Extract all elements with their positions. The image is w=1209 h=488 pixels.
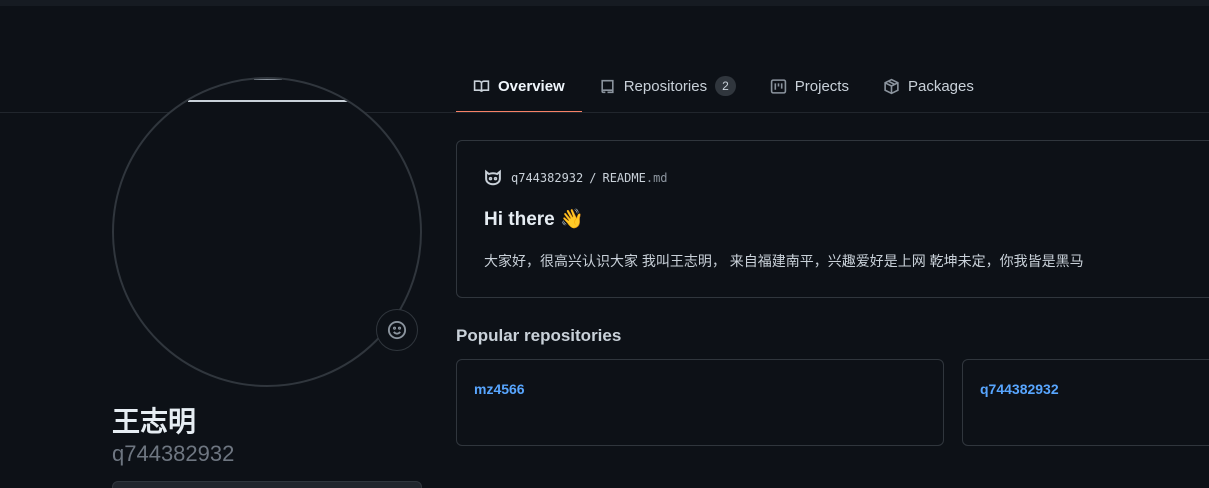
tab-label: Overview <box>498 77 565 95</box>
tab-projects[interactable]: Projects <box>753 60 866 112</box>
tab-packages[interactable]: Packages <box>866 60 991 112</box>
book-icon <box>473 79 490 92</box>
repo-card: q744382932 <box>962 359 1209 446</box>
tab-label: Projects <box>794 77 849 95</box>
profile-action-button[interactable] <box>112 481 422 488</box>
project-icon <box>770 78 786 94</box>
tab-repositories[interactable]: Repositories 2 <box>582 60 753 112</box>
readme-file-link[interactable]: README.md <box>602 171 667 185</box>
repo-card: mz4566 <box>456 359 944 446</box>
path-separator: / <box>589 171 597 185</box>
repo-link[interactable]: q744382932 <box>980 381 1059 397</box>
package-icon <box>884 78 899 94</box>
profile-login: q744382932 <box>112 441 235 466</box>
avatar[interactable] <box>112 77 422 387</box>
top-bar <box>0 0 1209 6</box>
smiley-icon <box>387 320 407 340</box>
repo-icon <box>601 79 614 93</box>
readme-header: q744382932 / README.md <box>483 168 668 188</box>
readme-file-name: README <box>602 171 646 185</box>
tab-overview[interactable]: Overview <box>456 60 582 113</box>
repo-link[interactable]: mz4566 <box>474 381 525 397</box>
tab-label: Packages <box>907 77 974 95</box>
profile-name: 王志明 <box>112 406 197 437</box>
profile-tabs: Overview Repositories 2 Projects Package… <box>456 60 991 113</box>
readme-title: Hi there 👋 <box>484 209 584 230</box>
set-status-button[interactable] <box>376 309 418 351</box>
readme-file-ext: .md <box>645 171 668 185</box>
octocat-icon <box>485 169 501 186</box>
readme-card: q744382932 / README.md Hi there 👋 大家好，很高… <box>456 140 1209 298</box>
tab-label: Repositories <box>623 77 708 95</box>
popular-repositories-title: Popular repositories <box>456 326 622 345</box>
readme-body: 大家好，很高兴认识大家 我叫王志明， 来自福建南平，兴趣爱好是上网 乾坤未定，你… <box>484 253 1084 269</box>
repositories-count-badge: 2 <box>715 76 736 96</box>
readme-owner-link[interactable]: q744382932 <box>511 171 583 185</box>
